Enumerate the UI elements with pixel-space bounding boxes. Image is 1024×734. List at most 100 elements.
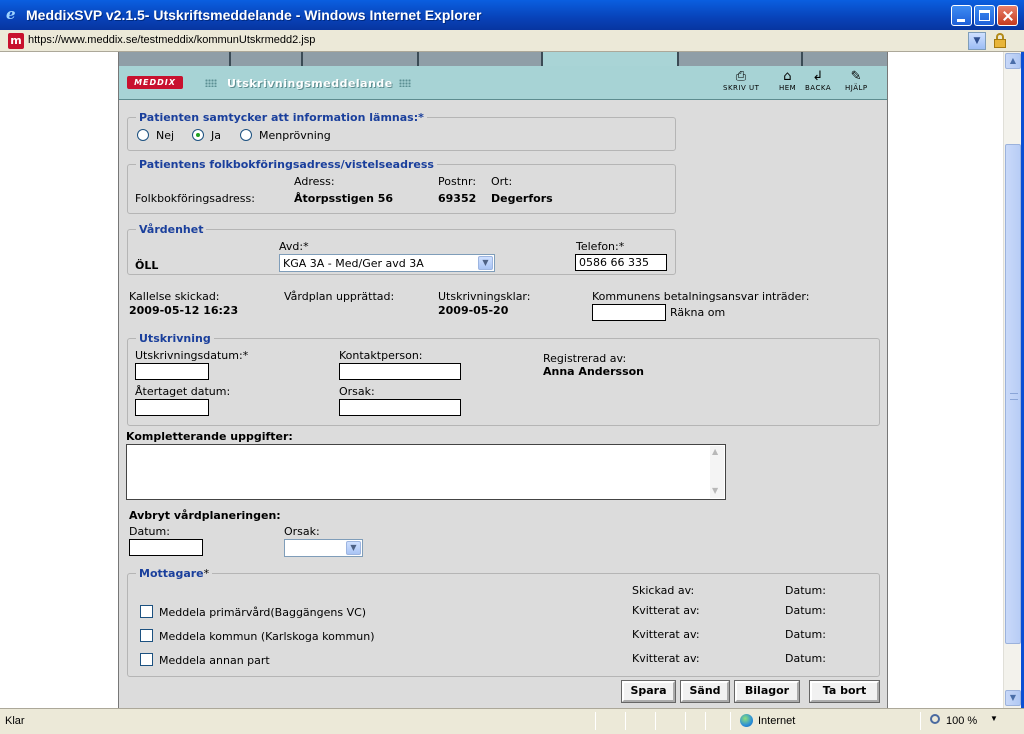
- mottagare-legend: Mottagare*: [139, 567, 210, 580]
- scroll-down-icon[interactable]: ▼: [712, 486, 718, 495]
- mottagare-primarvard-label: Meddela primärvård(Baggängens VC): [159, 606, 367, 619]
- kvitterat-datum-label: Datum:: [785, 604, 826, 617]
- zone-label: Internet: [758, 715, 796, 727]
- zoom-level[interactable]: 100 %: [946, 715, 977, 727]
- registrerad-label: Registrerad av:: [543, 352, 627, 365]
- postnr-value: 69352: [438, 192, 477, 205]
- page-scrollbar[interactable]: ▲ ▼: [1003, 52, 1021, 708]
- adress-label: Adress:: [294, 175, 335, 188]
- folkbokforing-label: Folkbokföringsadress:: [135, 192, 255, 205]
- lock-icon[interactable]: [993, 33, 1007, 48]
- orsak-input[interactable]: [339, 399, 461, 416]
- betalning-input[interactable]: [592, 304, 666, 321]
- url-field[interactable]: https://www.meddix.se/testmeddix/kommunU…: [28, 34, 315, 46]
- home-button[interactable]: ⌂ HEM: [779, 70, 796, 93]
- orsak-label: Orsak:: [339, 385, 375, 398]
- close-button[interactable]: [997, 5, 1018, 26]
- vardenhet-legend: Vårdenhet: [139, 223, 204, 236]
- consent-ja-label: Ja: [211, 129, 221, 142]
- zoom-icon[interactable]: [930, 714, 940, 724]
- adress-value: Åtorpsstigen 56: [294, 192, 394, 205]
- komplett-textarea[interactable]: ▲ ▼: [126, 444, 726, 500]
- vardplan-label: Vårdplan upprättad:: [284, 290, 395, 303]
- meddix-logo: MEDDIX: [127, 76, 183, 89]
- kallelse-label: Kallelse skickad:: [129, 290, 220, 303]
- kvitterat-label: Kvitterat av:: [632, 652, 700, 665]
- status-bar: Klar Internet 100 % ▼: [0, 708, 1024, 734]
- dots-decoration: [205, 79, 217, 87]
- kontaktperson-label: Kontaktperson:: [339, 349, 423, 362]
- komplett-label: Kompletterande uppgifter:: [126, 430, 293, 443]
- help-button[interactable]: ✎ HJÄLP: [845, 70, 868, 93]
- mottagare-primarvard-checkbox[interactable]: [140, 605, 153, 618]
- utskrivningsdatum-input[interactable]: [135, 363, 209, 380]
- mottagare-annan-label: Meddela annan part: [159, 654, 270, 667]
- consent-ja-radio[interactable]: [192, 129, 204, 141]
- kvitterat-label: Kvitterat av:: [632, 604, 700, 617]
- registrerad-value: Anna Andersson: [543, 365, 645, 378]
- globe-icon: [740, 714, 753, 727]
- tab-active[interactable]: [543, 52, 677, 66]
- scroll-down-icon[interactable]: ▼: [1005, 690, 1021, 706]
- page-viewport: MEDDIX Utskrivningsmeddelande ⎙ SKRIV UT…: [0, 52, 1004, 708]
- utskrivningsklar-label: Utskrivningsklar:: [438, 290, 531, 303]
- utskrivningsklar-value: 2009-05-20: [438, 304, 509, 317]
- back-button[interactable]: ↲ BACKA: [805, 69, 831, 93]
- betalning-label: Kommunens betalningsansvar inträder:: [592, 290, 810, 303]
- address-legend: Patientens folkbokföringsadress/vistelse…: [139, 158, 434, 171]
- printer-icon: ⎙: [735, 69, 747, 84]
- spara-button[interactable]: Spara: [621, 680, 676, 703]
- consent-group: Patienten samtycker att information lämn…: [127, 111, 676, 151]
- scroll-up-icon[interactable]: ▲: [712, 447, 718, 456]
- consent-legend: Patienten samtycker att information lämn…: [139, 111, 424, 124]
- ort-label: Ort:: [491, 175, 513, 188]
- consent-nej-radio[interactable]: [137, 129, 149, 141]
- mottagare-annan-checkbox[interactable]: [140, 653, 153, 666]
- minimize-button[interactable]: [951, 5, 972, 26]
- utskrivning-group: Utskrivning: [127, 332, 880, 426]
- unit-value: ÖLL: [135, 259, 159, 272]
- kontaktperson-input[interactable]: [339, 363, 461, 380]
- status-text: Klar: [5, 715, 25, 727]
- consent-nej-label: Nej: [156, 129, 175, 142]
- chevron-down-icon[interactable]: ▼: [968, 32, 986, 50]
- ie-logo-icon: e: [6, 5, 16, 23]
- page-title: Utskrivningsmeddelande: [227, 77, 393, 90]
- postnr-label: Postnr:: [438, 175, 477, 188]
- maximize-button[interactable]: [974, 5, 995, 26]
- ta-bort-button[interactable]: Ta bort: [809, 680, 880, 703]
- kvitterat-datum-label: Datum:: [785, 628, 826, 641]
- dots-decoration: [399, 79, 411, 87]
- kallelse-value: 2009-05-12 16:23: [129, 304, 239, 317]
- utskrivning-legend: Utskrivning: [139, 332, 211, 345]
- utskrivningsdatum-label: Utskrivningsdatum:*: [135, 349, 249, 362]
- atertaget-input[interactable]: [135, 399, 209, 416]
- rakna-om-link[interactable]: Räkna om: [670, 306, 725, 319]
- telefon-label: Telefon:*: [576, 240, 625, 253]
- kvitterat-datum-label: Datum:: [785, 652, 826, 665]
- back-arrow-icon: ↲: [812, 69, 824, 84]
- telefon-input[interactable]: 0586 66 335: [575, 254, 667, 271]
- address-bar: m https://www.meddix.se/testmeddix/kommu…: [0, 30, 1024, 52]
- textarea-scrollbar[interactable]: ▲ ▼: [710, 446, 724, 498]
- kvitterat-label: Kvitterat av:: [632, 628, 700, 641]
- scroll-thumb[interactable]: [1005, 144, 1021, 644]
- avbryt-datum-label: Datum:: [129, 525, 170, 538]
- top-tabs: [119, 52, 887, 66]
- avbryt-title: Avbryt vårdplaneringen:: [129, 509, 281, 522]
- atertaget-label: Återtaget datum:: [135, 385, 231, 398]
- bilagor-button[interactable]: Bilagor: [734, 680, 800, 703]
- consent-menprovning-radio[interactable]: [240, 129, 252, 141]
- zoom-dropdown-icon[interactable]: ▼: [990, 714, 998, 723]
- print-button[interactable]: ⎙ SKRIV UT: [723, 69, 759, 93]
- skickad-label: Skickad av:: [632, 584, 695, 597]
- sand-button[interactable]: Sänd: [680, 680, 730, 703]
- avbryt-datum-input[interactable]: [129, 539, 203, 556]
- avd-select[interactable]: KGA 3A - Med/Ger avd 3A ▼: [279, 254, 495, 272]
- avbryt-orsak-select[interactable]: ▼: [284, 539, 363, 557]
- consent-menprovning-label: Menprövning: [259, 129, 331, 142]
- avd-label: Avd:*: [279, 240, 309, 253]
- scroll-up-icon[interactable]: ▲: [1005, 53, 1021, 69]
- mottagare-kommun-checkbox[interactable]: [140, 629, 153, 642]
- ort-value: Degerfors: [491, 192, 553, 205]
